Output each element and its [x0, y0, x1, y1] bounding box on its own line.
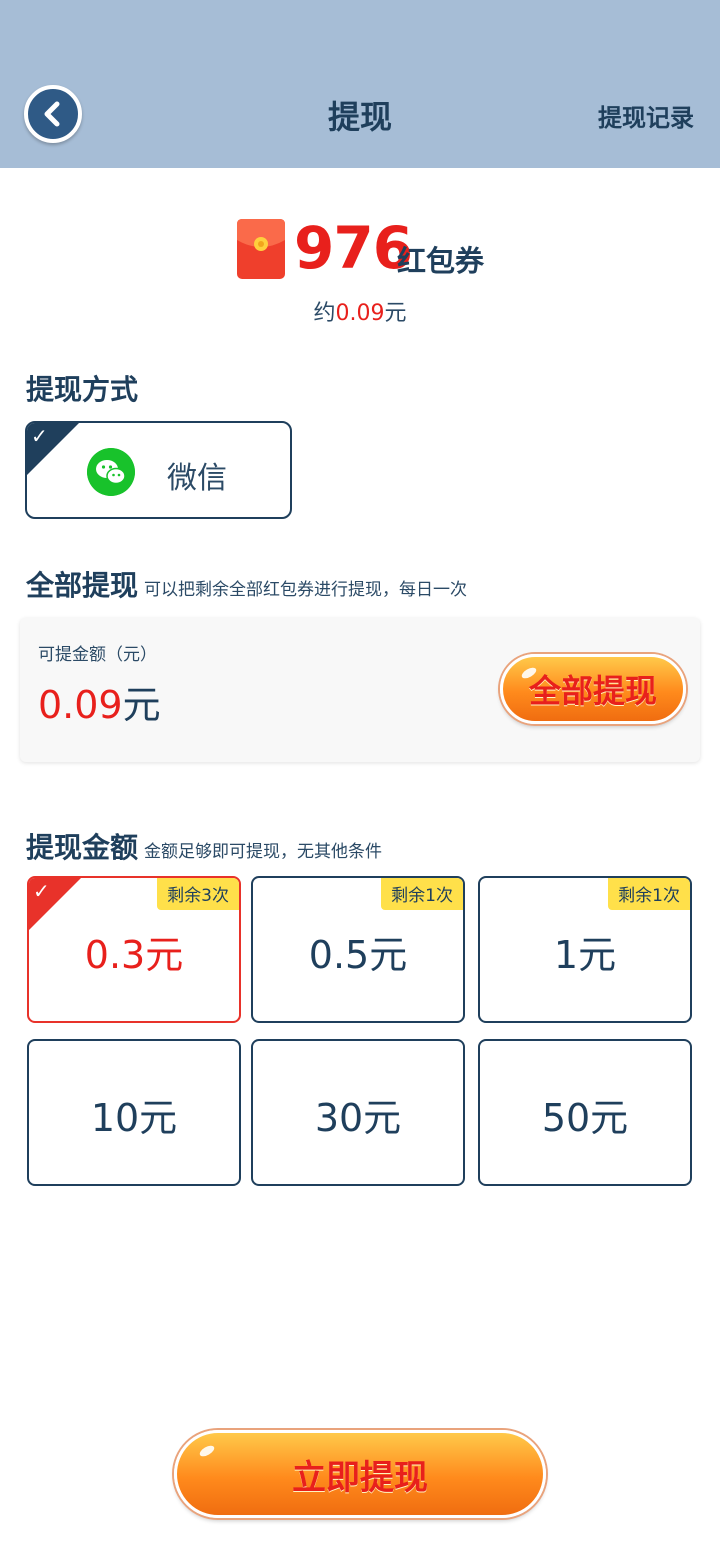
withdraw-all-button[interactable]: 全部提现 [500, 654, 686, 724]
amount-section-title-text: 提现金额 [26, 831, 139, 864]
approx-suffix: 元 [384, 301, 407, 326]
balance-unit: 红包券 [397, 244, 485, 278]
wechat-icon [87, 448, 135, 496]
withdraw-now-button[interactable]: 立即提现 [174, 1430, 546, 1518]
remaining-badge: 剩余1次 [608, 878, 690, 910]
balance-amount: 976 [294, 214, 413, 282]
method-label: 微信 [167, 461, 227, 496]
withdraw-history-link[interactable]: 提现记录 [598, 98, 694, 133]
withdraw-all-button-label: 全部提现 [528, 672, 657, 710]
withdraw-all-card: 可提金额（元） 0.09元 全部提现 [20, 618, 700, 762]
available-amount-unit: 元 [122, 683, 161, 727]
amount-option[interactable]: 30元 [251, 1039, 465, 1186]
app-header: 提现 提现记录 [0, 0, 720, 168]
all-section-subtitle: 可以把剩余全部红包券进行提现，每日一次 [144, 580, 468, 600]
amount-option[interactable]: ✓ 剩余3次 0.3元 [27, 876, 241, 1023]
all-section-title: 全部提现 可以把剩余全部红包券进行提现，每日一次 [26, 564, 467, 604]
available-amount: 0.09元 [38, 674, 161, 729]
remaining-badge: 剩余3次 [157, 878, 239, 910]
amount-value: 1元 [553, 933, 617, 977]
red-packet-icon [237, 219, 285, 279]
method-option-wechat[interactable]: ✓ 微信 [25, 421, 292, 519]
amount-option[interactable]: 剩余1次 1元 [478, 876, 692, 1023]
amount-value: 0.3元 [84, 933, 184, 977]
amount-value: 30元 [314, 1096, 402, 1140]
balance-summary: 976 红包券 [0, 214, 720, 284]
available-amount-value: 0.09 [38, 683, 123, 727]
withdraw-now-button-label: 立即提现 [292, 1457, 428, 1498]
check-icon: ✓ [33, 879, 50, 903]
available-amount-caption: 可提金额（元） [38, 645, 157, 665]
method-section-title: 提现方式 [26, 373, 139, 406]
all-section-title-text: 全部提现 [26, 569, 139, 602]
check-icon: ✓ [31, 424, 48, 448]
remaining-badge: 剩余1次 [381, 878, 463, 910]
balance-approx: 约0.09元 [0, 295, 720, 327]
amount-option[interactable]: 剩余1次 0.5元 [251, 876, 465, 1023]
amount-option[interactable]: 10元 [27, 1039, 241, 1186]
amount-section-subtitle: 金额足够即可提现，无其他条件 [144, 842, 383, 862]
button-shine [198, 1443, 216, 1459]
approx-value: 0.09 [335, 301, 385, 326]
amount-section-title: 提现金额 金额足够即可提现，无其他条件 [26, 826, 382, 866]
approx-prefix: 约 [313, 301, 336, 326]
amount-value: 0.5元 [308, 933, 408, 977]
amount-value: 50元 [541, 1096, 629, 1140]
amount-option[interactable]: 50元 [478, 1039, 692, 1186]
amount-value: 10元 [90, 1096, 178, 1140]
